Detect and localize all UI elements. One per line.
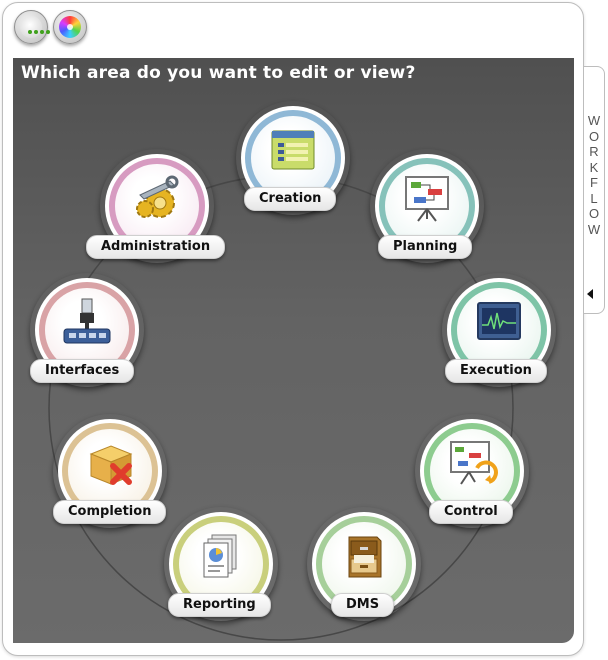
dots-icon [20,16,50,38]
area-label-execution: Execution [445,359,547,383]
area-reporting[interactable]: Reporting [164,507,278,621]
workflow-letter: L [590,190,598,206]
area-administration[interactable]: Administration [86,149,226,263]
area-dms[interactable]: DMS [307,507,421,621]
report-chart-icon [203,534,237,578]
area-planning[interactable]: Planning [370,149,484,263]
more-options-button[interactable] [14,10,50,44]
board-refresh-icon [450,441,498,485]
box-delete-icon [89,445,133,485]
area-label-interfaces: Interfaces [30,359,135,383]
area-label-administration: Administration [86,235,226,259]
file-cabinet-icon [348,536,382,578]
workflow-tab-title: W O R K F L O W [586,113,602,237]
area-label-completion: Completion [53,500,167,524]
workflow-letter: K [589,159,599,175]
gears-wrench-icon [136,175,179,218]
area-completion[interactable]: Completion [53,414,167,528]
area-label-reporting: Reporting [168,593,271,617]
form-document-icon [271,130,315,170]
area-control[interactable]: Control [415,414,529,528]
area-selection-panel: Which area do you want to edit or view? … [13,58,574,643]
area-creation[interactable]: Creation [236,101,350,215]
color-wheel-icon [59,16,81,38]
workflow-letter: R [589,144,599,159]
workflow-side-tab[interactable]: W O R K F L O W [584,66,605,314]
workflow-letter: O [588,206,600,221]
usb-hub-icon [63,298,111,344]
workflow-letter: W [587,113,601,128]
flowchart-board-icon [405,176,449,222]
collapse-arrow-icon[interactable] [587,289,593,299]
workflow-letter: F [590,175,598,190]
area-label-dms: DMS [331,593,395,617]
area-label-creation: Creation [244,187,337,211]
area-label-control: Control [429,500,513,524]
area-execution[interactable]: Execution [442,273,556,387]
area-interfaces[interactable]: Interfaces [30,273,144,387]
workflow-letter: W [587,221,601,237]
workflow-letter: O [588,128,600,144]
color-theme-button[interactable] [53,10,87,44]
area-label-planning: Planning [378,235,473,259]
waveform-monitor-icon [477,302,521,340]
